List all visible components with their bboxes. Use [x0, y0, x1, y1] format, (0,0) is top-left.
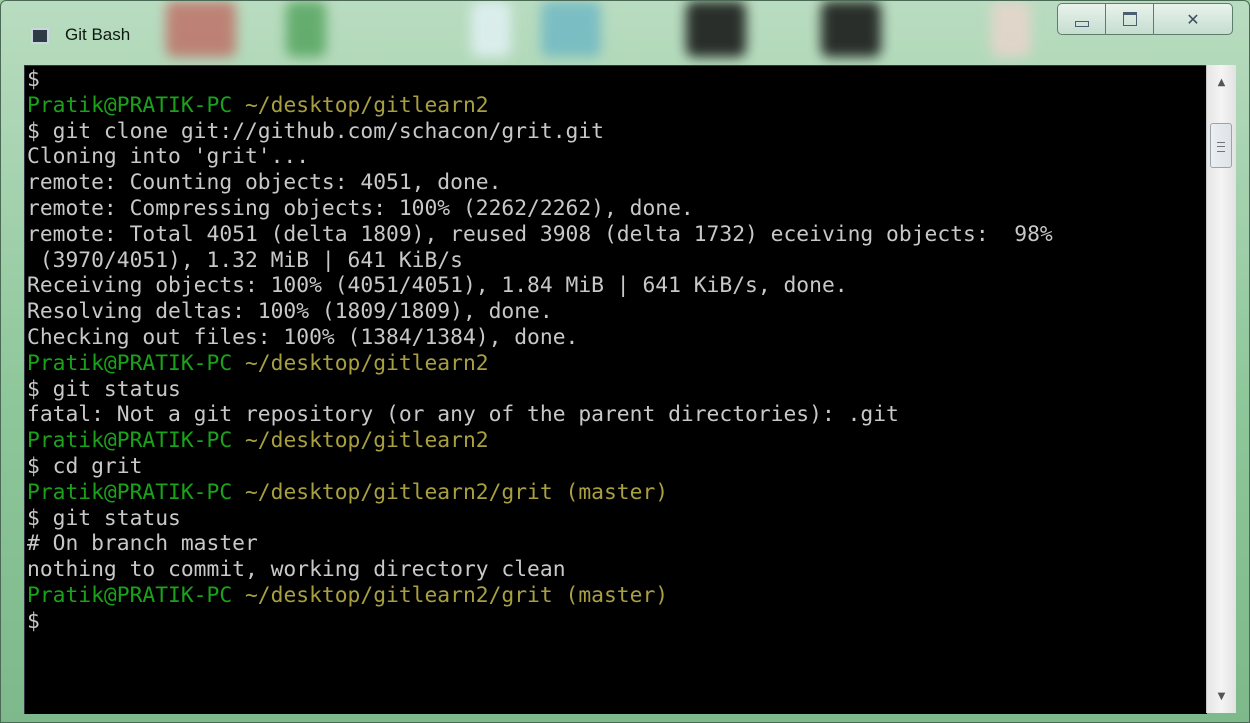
terminal-line: Pratik@PRATIK-PC ~/desktop/gitlearn2/gri…: [27, 583, 1207, 609]
scrollbar-thumb[interactable]: [1210, 123, 1232, 168]
close-icon: ✕: [1186, 9, 1200, 29]
scroll-up-arrow-icon[interactable]: ▲: [1207, 69, 1236, 95]
terminal-line: fatal: Not a git repository (or any of t…: [27, 402, 1207, 428]
terminal-text: $ Pratik@PRATIK-PC ~/desktop/gitlearn2 $ g…: [25, 66, 1207, 635]
terminal-line: Pratik@PRATIK-PC ~/desktop/gitlearn2: [27, 93, 1207, 119]
terminal-line: Pratik@PRATIK-PC ~/desktop/gitlearn2: [27, 351, 1207, 377]
terminal-text-segment: remote: Compressing objects: 100% (2262/…: [27, 195, 694, 221]
prompt-path: ~/desktop/gitlearn2/grit (master): [232, 479, 669, 505]
terminal-line: $ cd grit: [27, 454, 1207, 480]
terminal-line: remote: Counting objects: 4051, done.: [27, 170, 1207, 196]
minimize-button[interactable]: [1057, 3, 1105, 35]
prompt-user: Pratik@PRATIK-PC: [27, 428, 233, 454]
prompt-user: Pratik@PRATIK-PC: [27, 479, 233, 505]
terminal-line: Resolving deltas: 100% (1809/1809), done…: [27, 299, 1207, 325]
terminal-line: nothing to commit, working directory cle…: [27, 557, 1207, 583]
terminal-output[interactable]: $ Pratik@PRATIK-PC ~/desktop/gitlearn2 $ g…: [24, 65, 1207, 714]
terminal-text-segment: $ git clone git://github.com/schacon/gri…: [27, 118, 604, 144]
vertical-scrollbar[interactable]: ▲ ▼: [1206, 65, 1236, 713]
terminal-text-segment: $ git status: [27, 376, 181, 402]
terminal-line: $: [27, 609, 1207, 635]
terminal-icon[interactable]: [31, 28, 49, 44]
terminal-text-segment: $: [27, 608, 40, 634]
scroll-down-arrow-icon[interactable]: ▼: [1207, 683, 1236, 709]
prompt-path: ~/desktop/gitlearn2: [232, 428, 489, 454]
terminal-text-segment: # On branch master: [27, 531, 258, 557]
terminal-line: Cloning into 'grit'...: [27, 144, 1207, 170]
close-button[interactable]: ✕: [1153, 3, 1233, 35]
prompt-user: Pratik@PRATIK-PC: [27, 92, 233, 118]
maximize-button[interactable]: [1105, 3, 1153, 35]
prompt-user: Pratik@PRATIK-PC: [27, 582, 233, 608]
terminal-line: $ git clone git://github.com/schacon/gri…: [27, 119, 1207, 145]
terminal-text-segment: remote: Total 4051 (delta 1809), reused …: [27, 221, 1053, 247]
terminal-line: remote: Total 4051 (delta 1809), reused …: [27, 222, 1207, 248]
terminal-line: remote: Compressing objects: 100% (2262/…: [27, 196, 1207, 222]
prompt-path: ~/desktop/gitlearn2: [232, 350, 489, 376]
grip-icon: [1217, 142, 1225, 152]
maximize-icon: [1122, 12, 1137, 26]
window-title: Git Bash: [65, 25, 131, 44]
terminal-line: Pratik@PRATIK-PC ~/desktop/gitlearn2/gri…: [27, 480, 1207, 506]
window-caption-buttons: ✕: [1057, 3, 1233, 41]
terminal-text-segment: fatal: Not a git repository (or any of t…: [27, 402, 899, 428]
terminal-line: Checking out files: 100% (1384/1384), do…: [27, 325, 1207, 351]
terminal-line: Pratik@PRATIK-PC ~/desktop/gitlearn2: [27, 428, 1207, 454]
terminal-text-segment: (3970/4051), 1.32 MiB | 641 KiB/s: [27, 247, 463, 273]
terminal-text-segment: $ git status: [27, 505, 181, 531]
terminal-line: (3970/4051), 1.32 MiB | 641 KiB/s: [27, 248, 1207, 274]
git-bash-window: Git Bash ✕ $ Pratik@PRATIK-PC ~/desktop/g…: [0, 0, 1250, 723]
title-bar[interactable]: Git Bash ✕: [1, 1, 1249, 65]
prompt-user: Pratik@PRATIK-PC: [27, 350, 233, 376]
prompt-path: ~/desktop/gitlearn2: [232, 92, 489, 118]
minimize-icon: [1074, 21, 1089, 27]
prompt-path: ~/desktop/gitlearn2/grit (master): [232, 582, 669, 608]
terminal-text-segment: $ cd grit: [27, 453, 143, 479]
terminal-line: $: [27, 67, 1207, 93]
terminal-line: $ git status: [27, 377, 1207, 403]
terminal-line: $ git status: [27, 506, 1207, 532]
terminal-text-segment: $: [27, 67, 40, 92]
terminal-text-segment: Checking out files: 100% (1384/1384), do…: [27, 324, 579, 350]
terminal-text-segment: Resolving deltas: 100% (1809/1809), done…: [27, 299, 553, 325]
terminal-line: Receiving objects: 100% (4051/4051), 1.8…: [27, 273, 1207, 299]
terminal-text-segment: nothing to commit, working directory cle…: [27, 557, 566, 583]
terminal-text-segment: Cloning into 'grit'...: [27, 144, 310, 170]
terminal-text-segment: Receiving objects: 100% (4051/4051), 1.8…: [27, 273, 848, 299]
terminal-text-segment: remote: Counting objects: 4051, done.: [27, 170, 502, 196]
terminal-line: # On branch master: [27, 531, 1207, 557]
